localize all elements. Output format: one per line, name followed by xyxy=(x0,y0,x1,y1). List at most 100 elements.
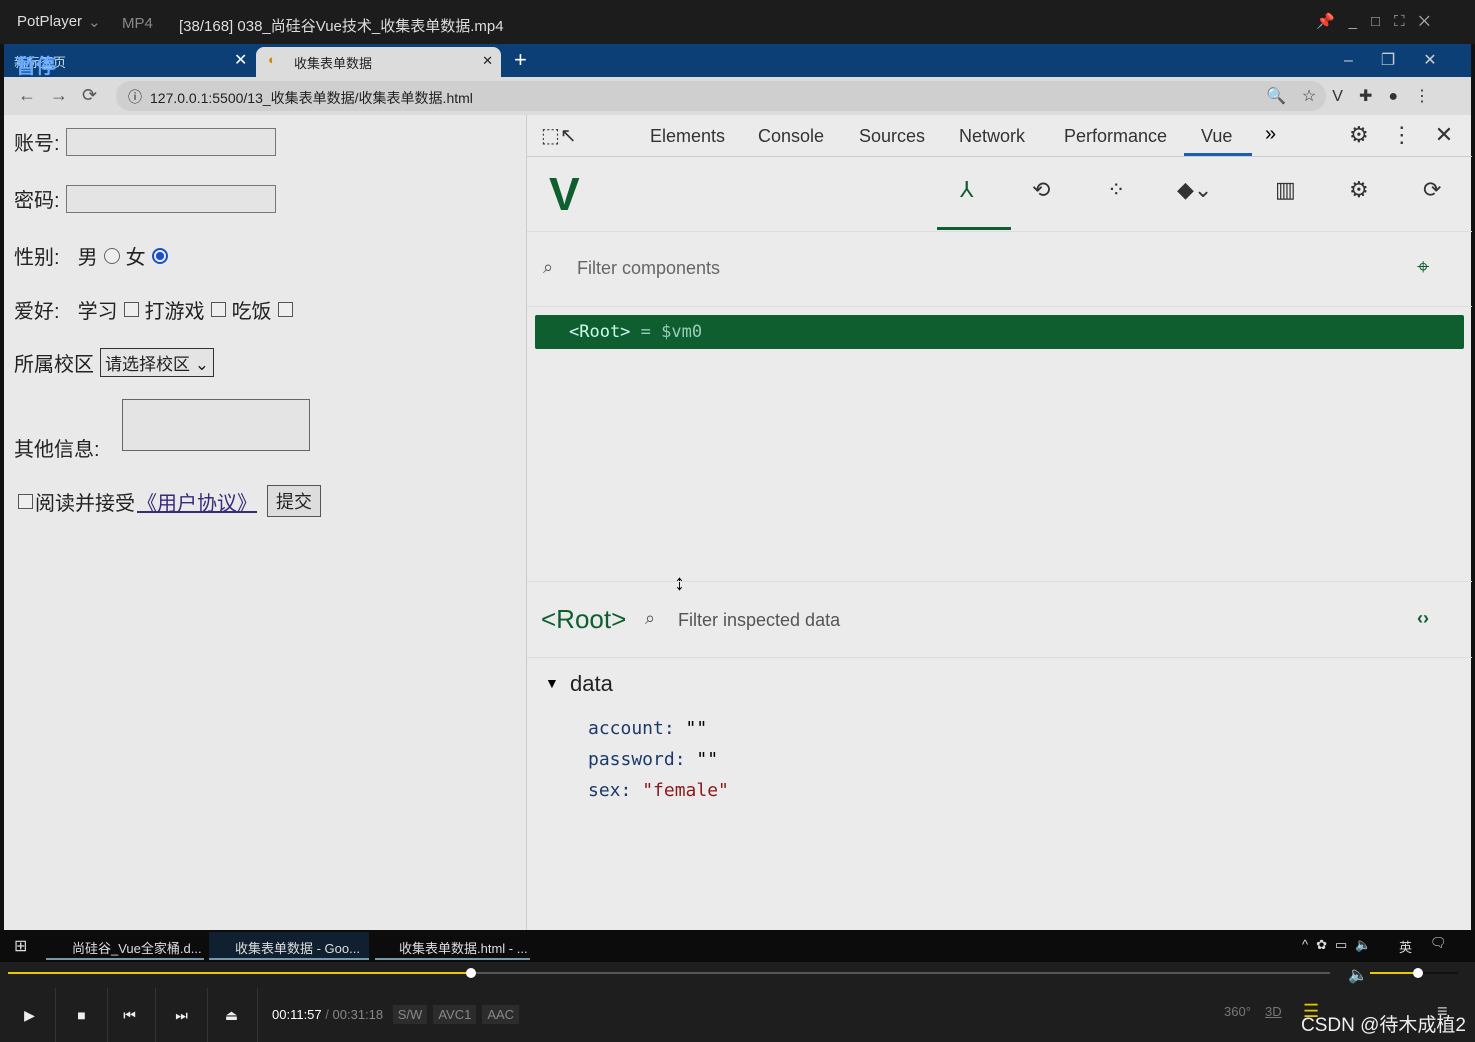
tab-performance[interactable]: Performance xyxy=(1064,126,1167,147)
seek-fill xyxy=(8,972,471,974)
volume-fill xyxy=(1370,972,1419,974)
eject-icon[interactable]: ⏏ xyxy=(206,988,258,1042)
nav-buttons[interactable]: ←→⟳ xyxy=(18,85,111,106)
male-label: 男 xyxy=(77,247,98,269)
menu-chevron-icon[interactable]: ⌄ xyxy=(88,13,101,31)
volume-icon[interactable]: 🔈 xyxy=(1348,965,1368,985)
data-list: account: "" password: "" sex: "female" xyxy=(588,713,729,806)
data-value[interactable]: "" xyxy=(686,718,708,739)
settings-menu-close-icons[interactable]: ⚙⋮✕ xyxy=(1349,122,1475,148)
root-node-label: <Root> xyxy=(569,322,631,342)
tab-vue[interactable]: Vue xyxy=(1201,126,1232,147)
url-field[interactable]: ⓘ 127.0.0.1:5500/13_收集表单数据/收集表单数据.html xyxy=(116,81,1326,111)
agree-checkbox[interactable] xyxy=(18,493,33,509)
video-codec-badge[interactable]: AVC1 xyxy=(433,1005,477,1024)
tab-console[interactable]: Console xyxy=(758,126,824,147)
refresh-icon[interactable]: ⟳ xyxy=(1423,177,1441,203)
tab-elements[interactable]: Elements xyxy=(650,126,725,147)
data-key: password: xyxy=(588,749,686,770)
total-time: 00:31:18 xyxy=(332,1007,384,1022)
filter-data-input[interactable]: Filter inspected data xyxy=(678,610,840,631)
taskbar-item-chrome[interactable]: 收集表单数据 - Goo... xyxy=(209,932,369,960)
seek-handle[interactable] xyxy=(465,968,476,978)
other-label: 其他信息: xyxy=(14,439,100,461)
campus-label: 所属校区 xyxy=(14,354,94,376)
stop-icon[interactable]: ■ xyxy=(56,988,108,1042)
window-controls[interactable]: 📌_□⛶✕ xyxy=(1316,12,1444,30)
collapse-triangle-icon[interactable]: ▼ xyxy=(545,675,559,691)
filter-components-input[interactable]: Filter components xyxy=(577,258,720,279)
account-input[interactable] xyxy=(65,127,276,156)
campus-select-value: 请选择校区 xyxy=(105,355,190,374)
previous-icon[interactable]: ⏮ xyxy=(104,988,156,1042)
video-title: [38/168] 038_尚硅谷Vue技术_收集表单数据.mp4 xyxy=(179,18,504,35)
paused-overlay: 暂停 xyxy=(16,56,56,78)
hobby-label: 爱好: xyxy=(14,301,60,323)
time-display: 00:11:57 / 00:31:18 S/W AVC1 AAC xyxy=(272,1005,520,1024)
tab-sources[interactable]: Sources xyxy=(859,126,925,147)
inspect-icon[interactable]: ⬚↖ xyxy=(541,123,577,148)
vuex-icon[interactable]: ⁘ xyxy=(1107,177,1125,203)
other-textarea[interactable] xyxy=(122,399,310,451)
data-section-title[interactable]: data xyxy=(570,671,613,697)
close-tab-icon[interactable]: ✕ xyxy=(482,53,493,69)
windows-start-icon[interactable]: ⊞ xyxy=(14,936,27,956)
volume-handle[interactable] xyxy=(1413,968,1424,978)
more-tabs-icon[interactable]: » xyxy=(1265,123,1276,146)
submit-button[interactable]: 提交 xyxy=(267,485,321,517)
password-label: 密码: xyxy=(14,190,60,212)
agreement-link[interactable]: 《用户协议》 xyxy=(137,487,257,516)
routing-icon[interactable]: ◆⌄ xyxy=(1177,177,1212,203)
female-radio[interactable] xyxy=(151,247,168,264)
search-icon: ⌕ xyxy=(645,608,656,628)
new-tab-button[interactable]: + xyxy=(514,47,527,73)
audio-codec-badge[interactable]: AAC xyxy=(482,1005,520,1024)
next-icon[interactable]: ⏭ xyxy=(156,988,208,1042)
select-component-icon[interactable]: ⌖ xyxy=(1417,254,1429,280)
hobby-game-checkbox[interactable] xyxy=(210,302,226,317)
3d-button[interactable]: 3D xyxy=(1265,1004,1282,1019)
inspector-header: <Root> ⌕ Filter inspected data ‹› xyxy=(527,581,1472,658)
hobby-eat-checkbox[interactable] xyxy=(277,302,293,317)
taskbar-item-vscode[interactable]: 收集表单数据.html - ... xyxy=(375,932,530,960)
browser-window-controls[interactable]: –❐✕ xyxy=(1344,50,1465,70)
account-label: 账号: xyxy=(14,133,60,155)
active-tab-indicator xyxy=(1184,153,1252,156)
address-bar-row: ←→⟳ ⓘ 127.0.0.1:5500/13_收集表单数据/收集表单数据.ht… xyxy=(4,77,1471,115)
hobby-study-checkbox[interactable] xyxy=(123,302,139,317)
components-icon[interactable]: ⅄ xyxy=(960,177,973,203)
ime-indicator[interactable]: 英 xyxy=(1399,937,1412,956)
component-tree-root[interactable]: <Root> = $vm0 xyxy=(535,315,1464,349)
tray-icons[interactable]: ^✿▭🔈 xyxy=(1302,937,1379,953)
hobby-game-label: 打游戏 xyxy=(144,301,205,323)
tab-active[interactable]: ◐ 收集表单数据 ✕ xyxy=(256,47,501,77)
play-icon[interactable]: ▶ xyxy=(4,988,56,1042)
male-radio[interactable] xyxy=(103,247,120,264)
settings-icon[interactable]: ⚙ xyxy=(1349,177,1369,203)
taskbar-label: 收集表单数据 - Goo... xyxy=(235,941,360,956)
current-time: 00:11:57 xyxy=(272,1007,322,1022)
tab-label: 收集表单数据 xyxy=(294,56,373,71)
filter-components[interactable]: ⌕ Filter components ⌖ xyxy=(527,231,1472,307)
open-source-icon[interactable]: ‹› xyxy=(1417,608,1429,629)
data-value[interactable]: "" xyxy=(696,749,718,770)
favicon-icon: ◐ xyxy=(268,52,276,67)
360-button[interactable]: 360° xyxy=(1224,1004,1251,1019)
campus-select[interactable]: 请选择校区 ⌄ xyxy=(100,348,214,377)
notification-icon[interactable]: 🗨 xyxy=(1430,935,1447,951)
tab-network[interactable]: Network xyxy=(959,126,1025,147)
password-input[interactable] xyxy=(65,184,276,213)
devtools-panel: ⬚↖ Elements Console Sources Network Perf… xyxy=(526,115,1472,930)
performance-icon[interactable]: ▥ xyxy=(1275,177,1296,203)
data-value[interactable]: "female" xyxy=(642,780,729,801)
taskbar-label: 尚硅谷_Vue全家桶.d... xyxy=(72,941,202,956)
taskbar-item-word[interactable]: 尚硅谷_Vue全家桶.d... xyxy=(46,932,204,960)
app-name[interactable]: PotPlayer xyxy=(17,13,82,30)
components-active-indicator xyxy=(937,227,1011,230)
player-controls: ▶ ■ ⏮ ⏭ ⏏ 00:11:57 / 00:31:18 S/W AVC1 AAC… xyxy=(0,988,1475,1042)
sex-label: 性别: xyxy=(14,247,60,269)
toolbar-icons[interactable]: 🔍☆V✚●⋮ xyxy=(1266,86,1446,106)
decoder-badge[interactable]: S/W xyxy=(392,1005,428,1024)
close-tab-icon[interactable]: ✕ xyxy=(234,50,247,70)
timeline-icon[interactable]: ⟲ xyxy=(1032,177,1050,203)
